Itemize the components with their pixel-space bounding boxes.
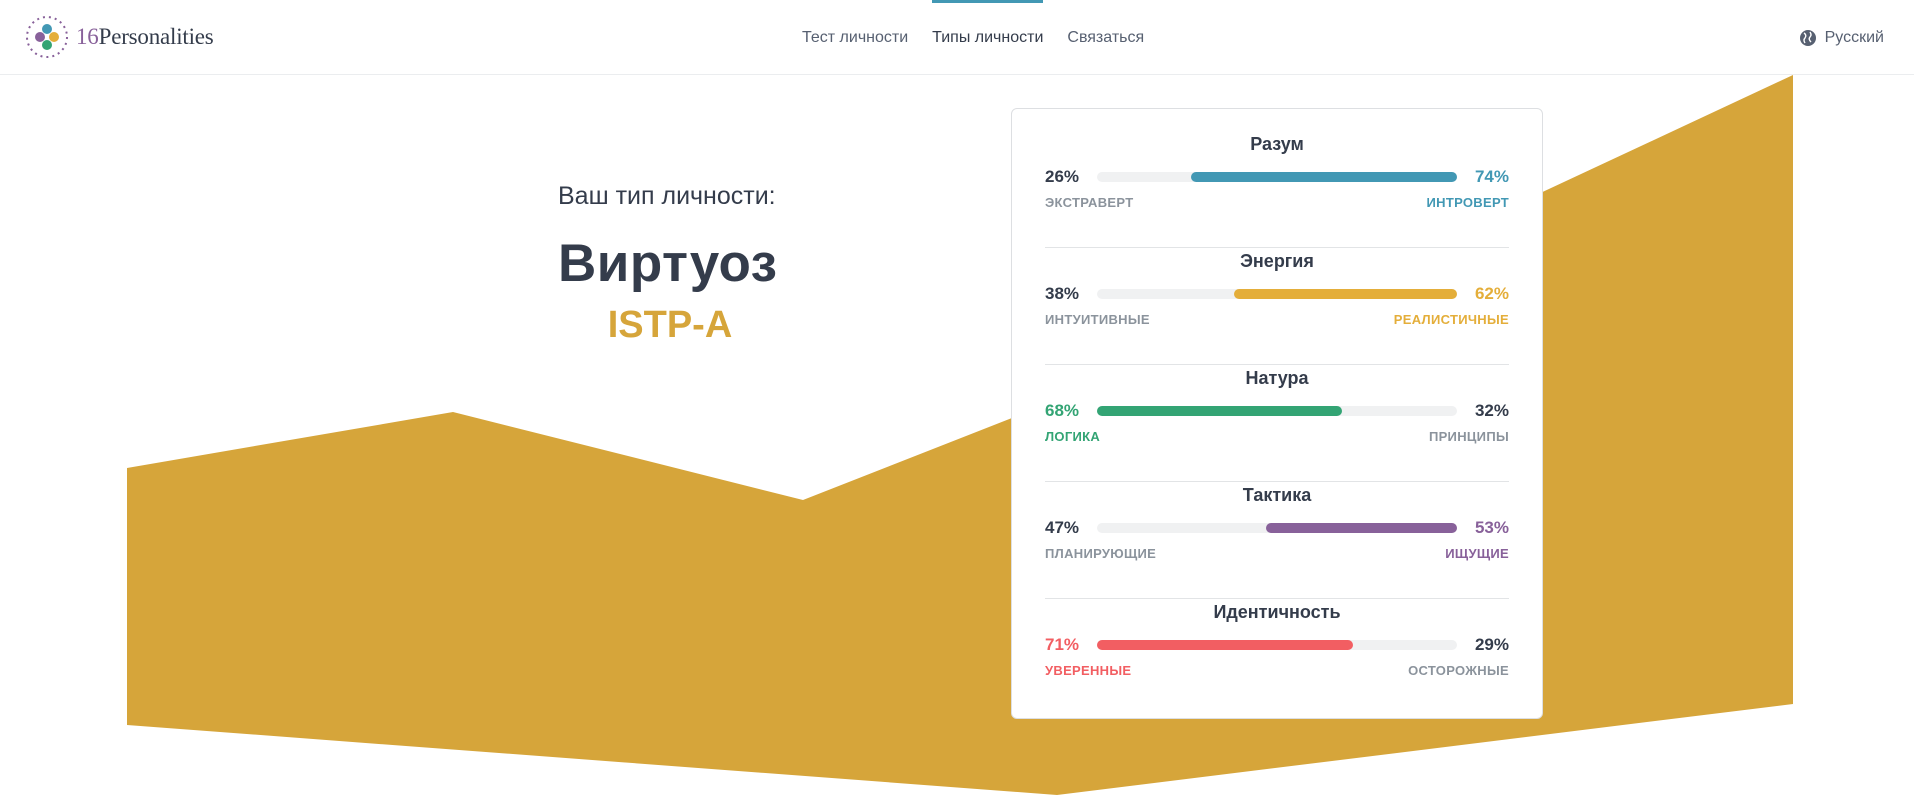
nav-personality-types[interactable]: Типы личности [920, 0, 1055, 75]
trait-bar [1097, 172, 1457, 182]
trait-bar-fill [1190, 172, 1457, 182]
traits-card: Разум 26% 74% ЭКСТРАВЕРТ ИНТРОВЕРТ Энерг… [1011, 108, 1543, 719]
type-code: ISTP-A [607, 304, 733, 346]
trait-title: Натура [1245, 368, 1309, 388]
trait-left-label: ЭКСТРАВЕРТ [1045, 195, 1134, 210]
main-nav: Тест личности Типы личности Связаться [790, 0, 1156, 75]
trait-title: Разум [1250, 134, 1304, 154]
trait-right-percent: 32% [1474, 401, 1509, 420]
trait-right-label: ОСТОРОЖНЫЕ [1408, 663, 1509, 678]
nav-contact[interactable]: Связаться [1055, 0, 1156, 75]
trait-title: Тактика [1242, 485, 1312, 505]
trait-left-percent: 26% [1045, 167, 1080, 186]
intro-label: Ваш тип личности: [558, 182, 776, 210]
trait-bar [1097, 406, 1457, 416]
trait-bar-fill [1097, 640, 1353, 650]
trait-bar [1097, 289, 1457, 299]
trait-right-label: РЕАЛИСТИЧНЫЕ [1393, 312, 1509, 327]
type-name: Виртуоз [558, 234, 778, 293]
nav-personality-test[interactable]: Тест личности [790, 0, 920, 75]
trait-left-percent: 71% [1045, 635, 1080, 654]
trait-left-label: УВЕРЕННЫЕ [1045, 663, 1132, 678]
trait-right-percent: 62% [1474, 284, 1509, 303]
trait-right-percent: 53% [1474, 518, 1509, 537]
trait-bar-fill [1097, 406, 1342, 416]
logo-icon [26, 16, 68, 58]
globe-icon [1799, 29, 1816, 46]
trait-left-label: ПЛАНИРУЮЩИЕ [1045, 546, 1157, 561]
trait-right-label: ИНТРОВЕРТ [1426, 195, 1509, 210]
trait-left-label: ЛОГИКА [1045, 429, 1101, 444]
trait-title: Идентичность [1213, 602, 1341, 622]
trait-right-label: ИЩУЩИЕ [1445, 546, 1509, 561]
trait-bar-fill [1266, 523, 1457, 533]
trait-energy: Энергия 38% 62% ИНТУИТИВНЫЕ РЕАЛИСТИЧНЫЕ [1045, 248, 1509, 365]
trait-nature: Натура 68% 32% ЛОГИКА ПРИНЦИПЫ [1045, 365, 1509, 482]
trait-right-label: ПРИНЦИПЫ [1428, 429, 1509, 444]
result-intro: Ваш тип личности: Виртуоз ISTP-A [558, 182, 782, 347]
trait-identity: Идентичность 71% 29% УВЕРЕННЫЕ ОСТОРОЖНЫ… [1045, 599, 1509, 716]
language-selector[interactable]: Русский [1799, 0, 1884, 75]
trait-right-percent: 29% [1474, 635, 1509, 654]
site-header: 16Personalities Тест личности Типы лично… [0, 0, 1914, 75]
trait-left-label: ИНТУИТИВНЫЕ [1045, 312, 1150, 327]
trait-left-percent: 68% [1045, 401, 1080, 420]
trait-left-percent: 47% [1045, 518, 1080, 537]
trait-mind: Разум 26% 74% ЭКСТРАВЕРТ ИНТРОВЕРТ [1045, 131, 1509, 248]
site-logo[interactable]: 16Personalities [24, 13, 214, 61]
trait-bar [1097, 523, 1457, 533]
background-shape [127, 75, 1793, 795]
trait-bar-fill [1233, 289, 1457, 299]
trait-right-percent: 74% [1474, 167, 1509, 186]
trait-left-percent: 38% [1045, 284, 1080, 303]
trait-title: Энергия [1240, 251, 1314, 271]
language-label: Русский [1824, 28, 1884, 46]
trait-tactics: Тактика 47% 53% ПЛАНИРУЮЩИЕ ИЩУЩИЕ [1045, 482, 1509, 599]
trait-bar [1097, 640, 1457, 650]
logo-text: 16Personalities [76, 24, 214, 49]
